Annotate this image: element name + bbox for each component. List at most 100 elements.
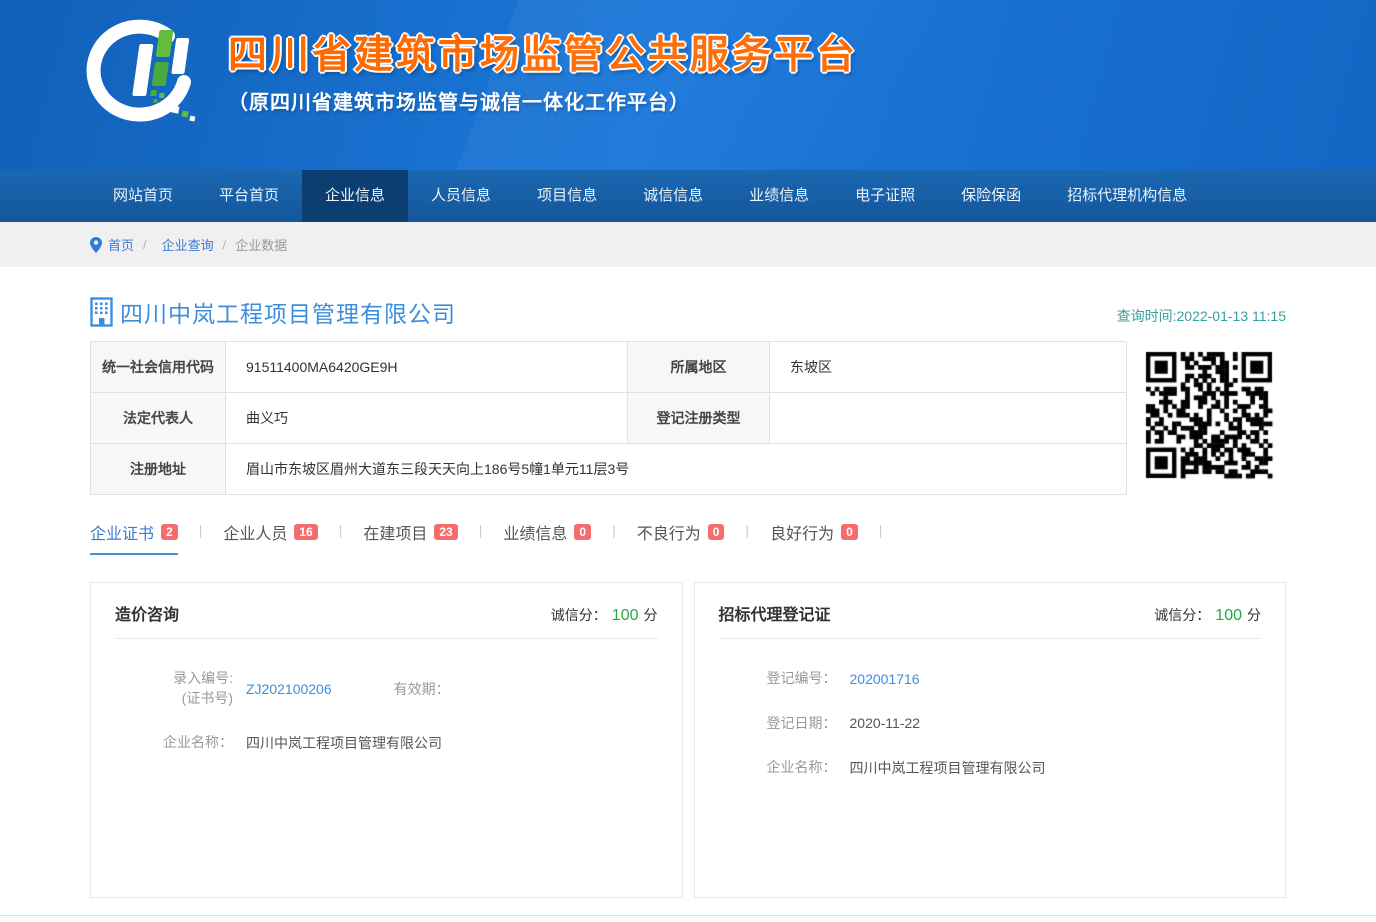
- main-navbar: 网站首页 平台首页 企业信息 人员信息 项目信息 诚信信息 业绩信息 电子证照 …: [0, 170, 1376, 222]
- nav-item-bidding-agency-info[interactable]: 招标代理机构信息: [1044, 170, 1210, 222]
- nav-item-e-certificate[interactable]: 电子证照: [832, 170, 938, 222]
- nav-item-project-info[interactable]: 项目信息: [514, 170, 620, 222]
- field-row: 登记编号： 202001716: [719, 669, 1262, 689]
- tab-label: 业绩信息: [503, 520, 567, 544]
- nav-item-performance-info[interactable]: 业绩信息: [726, 170, 832, 222]
- tab-enterprise-certificates[interactable]: 企业证书 2: [90, 520, 178, 555]
- company-name: 四川中岚工程项目管理有限公司: [120, 295, 456, 329]
- breadcrumb-current: 企业数据: [235, 235, 287, 254]
- page: 四川省建筑市场监管公共服务平台 （原四川省建筑市场监管与诚信一体化工作平台） 网…: [0, 0, 1376, 922]
- site-subtitle: （原四川省建筑市场监管与诚信一体化工作平台）: [228, 86, 858, 115]
- count-badge: 23: [434, 524, 457, 540]
- legal-representative-value: 曲义巧: [226, 393, 628, 444]
- company-info-table: 统一社会信用代码 91511400MA6420GE9H 所属地区 东坡区 法定代…: [90, 341, 1127, 495]
- tab-separator: |: [879, 520, 883, 538]
- table-row: 统一社会信用代码 91511400MA6420GE9H 所属地区 东坡区: [91, 342, 1127, 393]
- tab-separator: |: [339, 520, 343, 538]
- tab-separator: |: [745, 520, 749, 538]
- credit-score-label: 诚信分：: [551, 607, 607, 623]
- credit-score-unit: 分: [644, 607, 658, 623]
- validity-label: 有效期：: [394, 679, 450, 699]
- site-title: 四川省建筑市场监管公共服务平台: [228, 34, 858, 79]
- tab-enterprise-personnel[interactable]: 企业人员 16: [223, 520, 317, 555]
- count-badge: 2: [161, 524, 178, 540]
- entry-number-label: 录入编号: (证书号): [115, 669, 233, 708]
- breadcrumb: 首页 / 企业查询 / 企业数据: [90, 222, 1286, 267]
- enterprise-name-label: 企业名称：: [115, 733, 233, 753]
- count-badge: 0: [841, 524, 858, 540]
- tab-separator: |: [479, 520, 483, 538]
- registration-type-label: 登记注册类型: [628, 393, 770, 444]
- registration-number-label: 登记编号：: [719, 669, 837, 689]
- site-logo-icon: [84, 12, 206, 137]
- certificate-cards: 造价咨询 诚信分： 100 分 录入编号: (证书号) ZJ202100206 有效…: [90, 582, 1286, 898]
- credit-score: 诚信分： 100 分: [1154, 605, 1261, 625]
- certificate-number-link[interactable]: ZJ202100206: [246, 681, 332, 697]
- field-row: 企业名称： 四川中岚工程项目管理有限公司: [115, 733, 658, 753]
- nav-item-platform-home[interactable]: 平台首页: [196, 170, 302, 222]
- count-badge: 0: [708, 524, 725, 540]
- table-row: 注册地址 眉山市东坡区眉州大道东三段天天向上186号5幢1单元11层3号: [91, 444, 1127, 495]
- nav-item-insurance-guarantee[interactable]: 保险保函: [938, 170, 1044, 222]
- breadcrumb-bar: 首页 / 企业查询 / 企业数据: [0, 222, 1376, 267]
- qr-code: [1141, 347, 1277, 483]
- credit-code-label: 统一社会信用代码: [91, 342, 226, 393]
- registration-number-link[interactable]: 202001716: [850, 671, 920, 687]
- tab-label: 良好行为: [770, 520, 834, 544]
- region-label: 所属地区: [628, 342, 770, 393]
- enterprise-name-value: 四川中岚工程项目管理有限公司: [850, 758, 1046, 778]
- enterprise-name-label: 企业名称：: [719, 758, 837, 778]
- location-pin-icon: [90, 237, 102, 253]
- count-badge: 0: [574, 524, 591, 540]
- credit-score-value: 100: [612, 607, 639, 624]
- breadcrumb-home-link[interactable]: 首页: [108, 235, 134, 254]
- tab-bad-behavior[interactable]: 不良行为 0: [637, 520, 725, 555]
- credit-code-value: 91511400MA6420GE9H: [226, 342, 628, 393]
- query-time: 查询时间:2022-01-13 11:15: [1117, 306, 1286, 329]
- nav-item-credit-info[interactable]: 诚信信息: [620, 170, 726, 222]
- registered-address-label: 注册地址: [91, 444, 226, 495]
- breadcrumb-separator: /: [223, 237, 227, 252]
- card-title: 招标代理登记证: [719, 601, 831, 625]
- company-header-row: 四川中岚工程项目管理有限公司 查询时间:2022-01-13 11:15: [90, 295, 1286, 329]
- legal-representative-label: 法定代表人: [91, 393, 226, 444]
- tab-label: 企业人员: [223, 520, 287, 544]
- nav-item-personnel-info[interactable]: 人员信息: [408, 170, 514, 222]
- credit-score-label: 诚信分：: [1154, 607, 1210, 623]
- tab-label: 不良行为: [637, 520, 701, 544]
- card-title: 造价咨询: [115, 601, 179, 625]
- building-icon: [90, 297, 115, 327]
- site-header: 四川省建筑市场监管公共服务平台 （原四川省建筑市场监管与诚信一体化工作平台）: [0, 0, 1376, 170]
- enterprise-name-value: 四川中岚工程项目管理有限公司: [246, 733, 442, 753]
- credit-score: 诚信分： 100 分: [551, 605, 658, 625]
- table-row: 法定代表人 曲义巧 登记注册类型: [91, 393, 1127, 444]
- credit-score-unit: 分: [1247, 607, 1261, 623]
- tab-label: 企业证书: [90, 520, 154, 544]
- tab-projects-under-construction[interactable]: 在建项目 23: [363, 520, 457, 555]
- region-value: 东坡区: [770, 342, 1127, 393]
- registration-date-value: 2020-11-22: [850, 715, 921, 731]
- field-row: 登记日期： 2020-11-22: [719, 714, 1262, 734]
- cost-consulting-card: 造价咨询 诚信分： 100 分 录入编号: (证书号) ZJ202100206 有效…: [90, 582, 683, 898]
- company-title: 四川中岚工程项目管理有限公司: [90, 295, 456, 329]
- detail-tabs: 企业证书 2 | 企业人员 16 | 在建项目 23 | 业绩信息 0 | 不良…: [90, 520, 1286, 555]
- nav-item-enterprise-info[interactable]: 企业信息: [302, 170, 408, 222]
- nav-item-home[interactable]: 网站首页: [90, 170, 196, 222]
- credit-score-value: 100: [1215, 607, 1242, 624]
- tab-separator: |: [612, 520, 616, 538]
- tab-label: 在建项目: [363, 520, 427, 544]
- bottom-divider: [0, 915, 1376, 922]
- breadcrumb-separator: /: [143, 237, 147, 252]
- breadcrumb-enterprise-query-link[interactable]: 企业查询: [162, 235, 214, 254]
- tab-separator: |: [199, 520, 203, 538]
- tab-good-behavior[interactable]: 良好行为 0: [770, 520, 858, 555]
- bidding-agency-registration-card: 招标代理登记证 诚信分： 100 分 登记编号： 202001716 登记日期： 2…: [694, 582, 1287, 898]
- field-row: 录入编号: (证书号) ZJ202100206 有效期：: [115, 669, 658, 708]
- registered-address-value: 眉山市东坡区眉州大道东三段天天向上186号5幢1单元11层3号: [226, 444, 1127, 495]
- tab-performance-info[interactable]: 业绩信息 0: [503, 520, 591, 555]
- count-badge: 16: [294, 524, 317, 540]
- registration-date-label: 登记日期：: [719, 714, 837, 734]
- company-info-section: 统一社会信用代码 91511400MA6420GE9H 所属地区 东坡区 法定代…: [90, 341, 1286, 495]
- registration-type-value: [770, 393, 1127, 444]
- field-row: 企业名称： 四川中岚工程项目管理有限公司: [719, 758, 1262, 778]
